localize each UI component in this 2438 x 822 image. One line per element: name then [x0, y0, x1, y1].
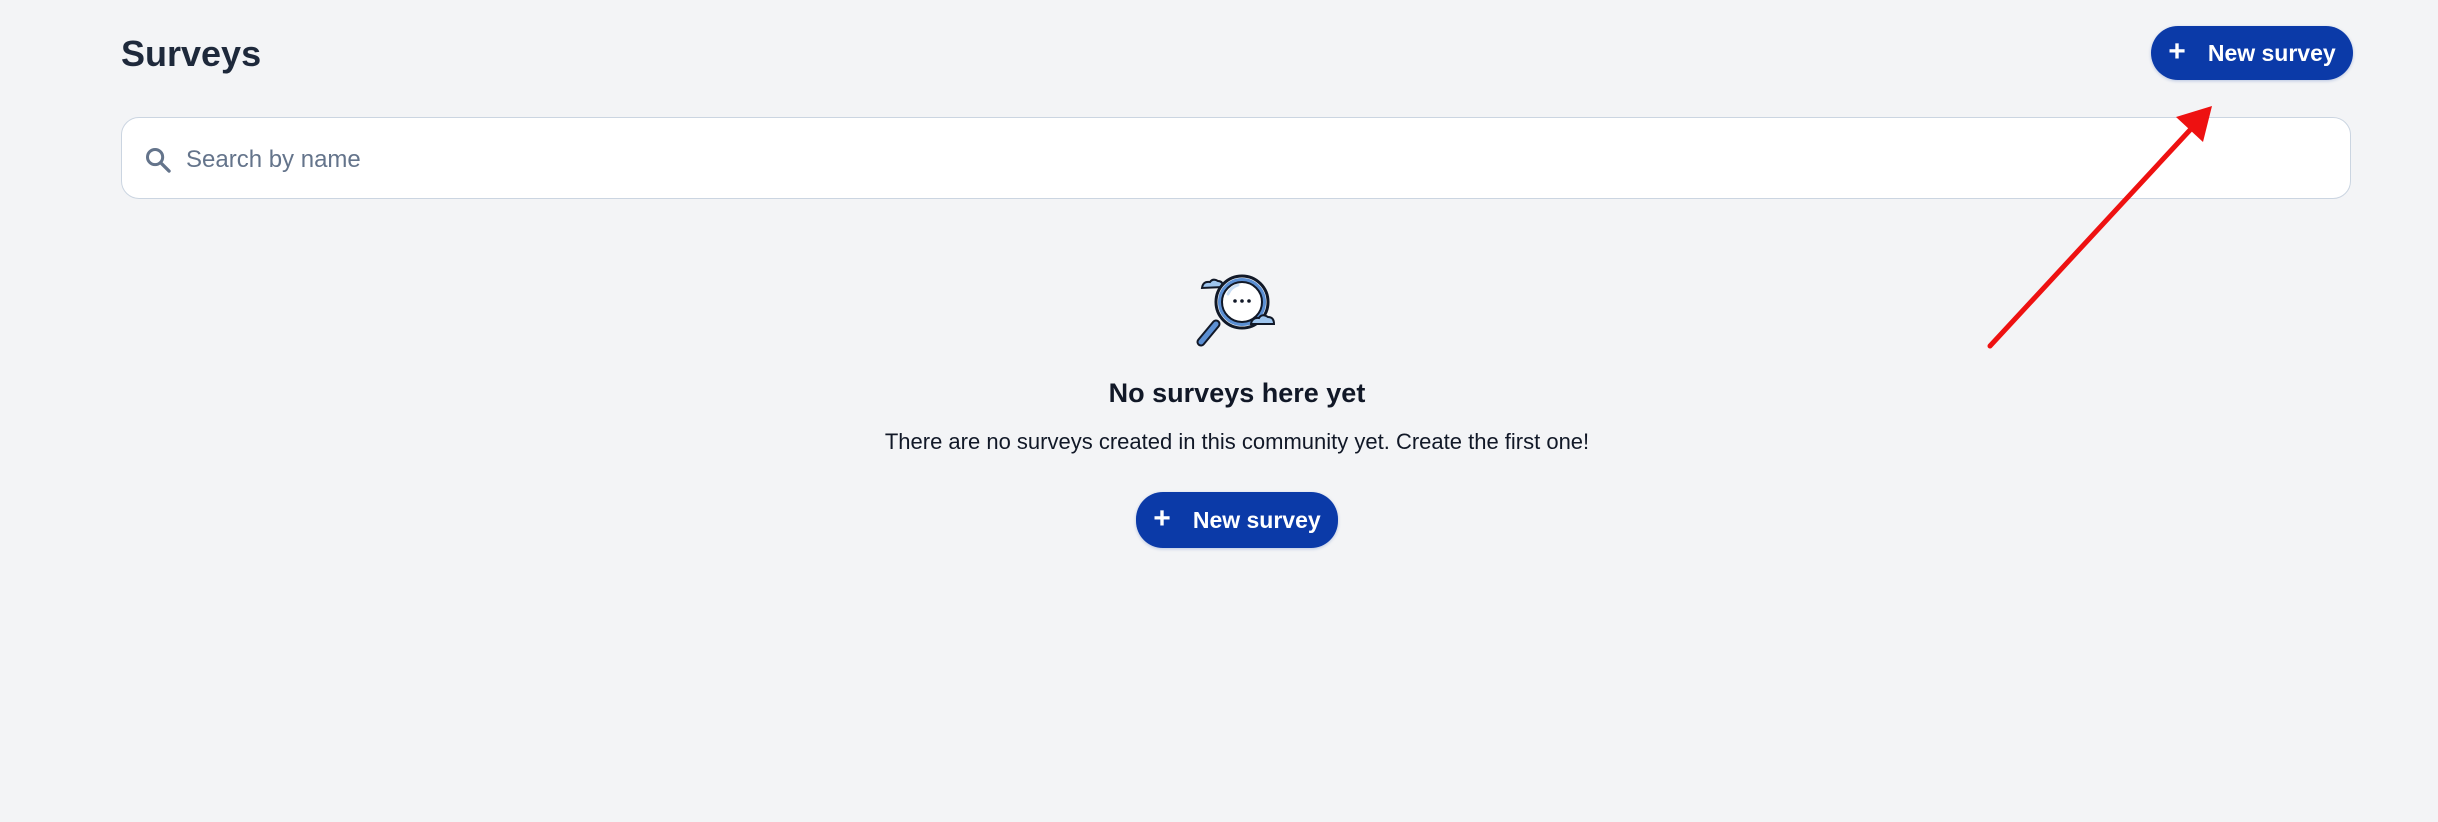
- magnifier-search-illustration: [1196, 274, 1276, 347]
- new-survey-label: New survey: [1192, 506, 1321, 533]
- plus-icon: +: [2168, 34, 2186, 68]
- new-survey-label: New survey: [2207, 39, 2336, 66]
- page-title: Surveys: [121, 33, 262, 74]
- search-input[interactable]: [184, 138, 2328, 182]
- plus-icon: +: [1153, 501, 1171, 535]
- new-survey-button-header[interactable]: + New survey: [2151, 26, 2353, 80]
- search-icon: [145, 147, 171, 173]
- search-box: [121, 117, 2351, 199]
- surveys-page: Surveys + New survey No surveys here yet…: [0, 0, 2438, 822]
- new-survey-button-empty-state[interactable]: + New survey: [1136, 492, 1338, 548]
- empty-state-description: There are no surveys created in this com…: [884, 429, 1590, 454]
- empty-state-title: No surveys here yet: [1108, 378, 1366, 408]
